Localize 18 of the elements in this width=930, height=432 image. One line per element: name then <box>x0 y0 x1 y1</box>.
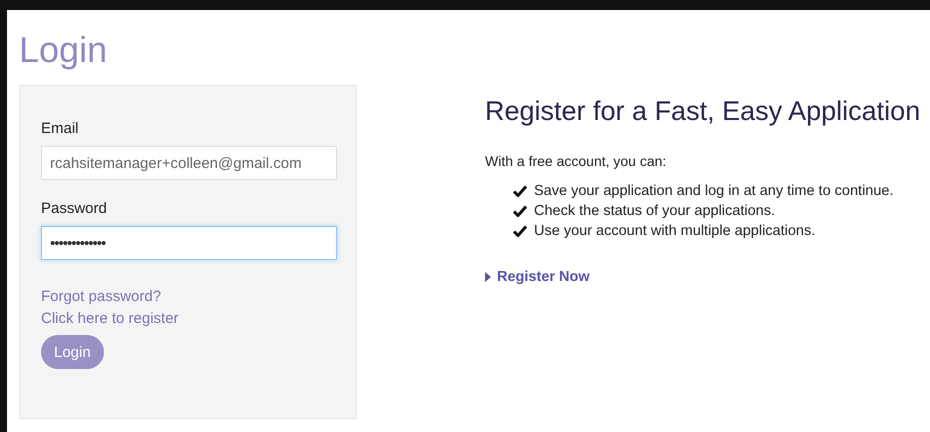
page-title: Login <box>19 28 108 72</box>
intro-text: With a free account, you can: <box>485 153 668 169</box>
caret-icon <box>485 272 491 282</box>
benefit-text: Save your application and log in at any time to continue. <box>534 183 894 199</box>
input-field[interactable]: rcahsitemanager+colleen@gmail.com <box>41 146 337 180</box>
benefit-text: Check the status of your applications. <box>534 203 775 219</box>
field-label: Password <box>41 200 107 217</box>
link[interactable]: Click here to register <box>41 310 179 327</box>
register-heading: Register for a Fast, Easy Application <box>485 96 920 127</box>
register-link[interactable]: Register Now <box>485 269 590 285</box>
link[interactable]: Forgot password? <box>41 288 179 305</box>
login-button[interactable]: Login <box>41 335 104 369</box>
benefit-text: Use your account with multiple applications. <box>534 223 816 239</box>
check-icon <box>513 225 527 237</box>
input-field[interactable]: ••••••••••••• <box>41 226 337 260</box>
field-label: Email <box>41 120 79 137</box>
check-icon <box>513 185 527 197</box>
check-icon <box>513 205 527 217</box>
